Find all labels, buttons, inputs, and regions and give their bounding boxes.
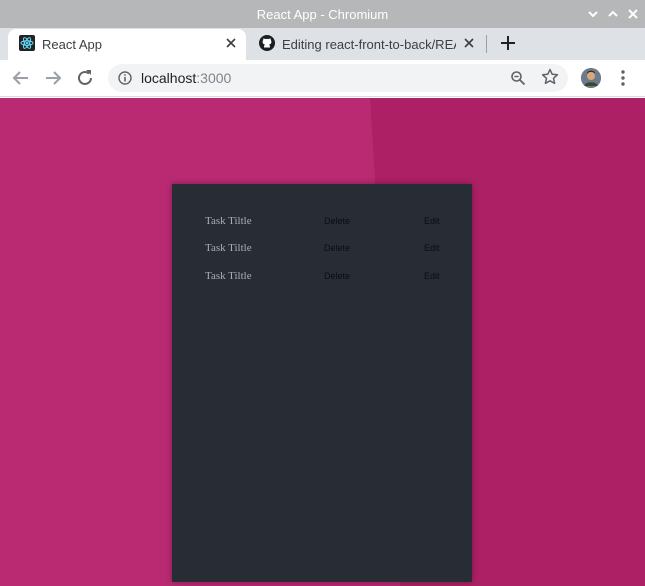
reload-icon[interactable] xyxy=(73,66,97,90)
tab-label: React App xyxy=(42,37,102,52)
tab-react-app[interactable]: React App xyxy=(8,29,246,60)
info-icon[interactable] xyxy=(118,71,132,85)
browser-toolbar: localhost:3000 xyxy=(0,60,645,97)
github-icon xyxy=(259,35,275,51)
task-row: Task Tiltle Delete Edit xyxy=(205,270,440,286)
url-text: localhost:3000 xyxy=(141,70,231,86)
page-viewport: Task Tiltle Delete Edit Task Tiltle Dele… xyxy=(0,98,645,586)
task-row: Task Tiltle Delete Edit xyxy=(205,215,440,231)
close-window-icon[interactable] xyxy=(626,6,640,22)
tab-label: Editing react-front-to-back/REA xyxy=(282,37,456,52)
zoom-icon[interactable] xyxy=(510,70,526,86)
delete-button[interactable]: Delete xyxy=(324,216,350,226)
address-bar[interactable]: localhost:3000 xyxy=(108,64,568,92)
back-arrow-icon[interactable] xyxy=(9,66,33,90)
close-tab-icon[interactable] xyxy=(462,36,476,50)
tab-github-editing[interactable]: Editing react-front-to-back/REA xyxy=(248,29,484,60)
profile-avatar[interactable] xyxy=(581,68,601,88)
window-titlebar: React App - Chromium xyxy=(0,0,645,28)
url-port: :3000 xyxy=(196,70,232,86)
task-title: Task Tiltle xyxy=(205,270,252,282)
maximize-icon[interactable] xyxy=(606,6,620,22)
edit-button[interactable]: Edit xyxy=(424,243,440,253)
forward-arrow-icon[interactable] xyxy=(41,66,65,90)
edit-button[interactable]: Edit xyxy=(424,271,440,281)
tab-separator xyxy=(486,35,487,53)
edit-button[interactable]: Edit xyxy=(424,216,440,226)
tab-strip: React App Editing react-front-to-back/RE… xyxy=(0,28,645,60)
minimize-icon[interactable] xyxy=(586,6,600,22)
react-icon xyxy=(19,35,35,51)
star-icon[interactable] xyxy=(540,67,560,87)
window-title: React App - Chromium xyxy=(256,7,389,22)
task-title: Task Tiltle xyxy=(205,215,252,227)
delete-button[interactable]: Delete xyxy=(324,243,350,253)
task-title: Task Tiltle xyxy=(205,242,252,254)
new-tab-icon[interactable] xyxy=(497,32,519,54)
task-row: Task Tiltle Delete Edit xyxy=(205,242,440,258)
url-host: localhost xyxy=(141,70,197,86)
task-list-card: Task Tiltle Delete Edit Task Tiltle Dele… xyxy=(172,184,472,582)
more-menu-icon[interactable] xyxy=(614,66,632,90)
delete-button[interactable]: Delete xyxy=(324,271,350,281)
close-tab-icon[interactable] xyxy=(224,36,238,50)
